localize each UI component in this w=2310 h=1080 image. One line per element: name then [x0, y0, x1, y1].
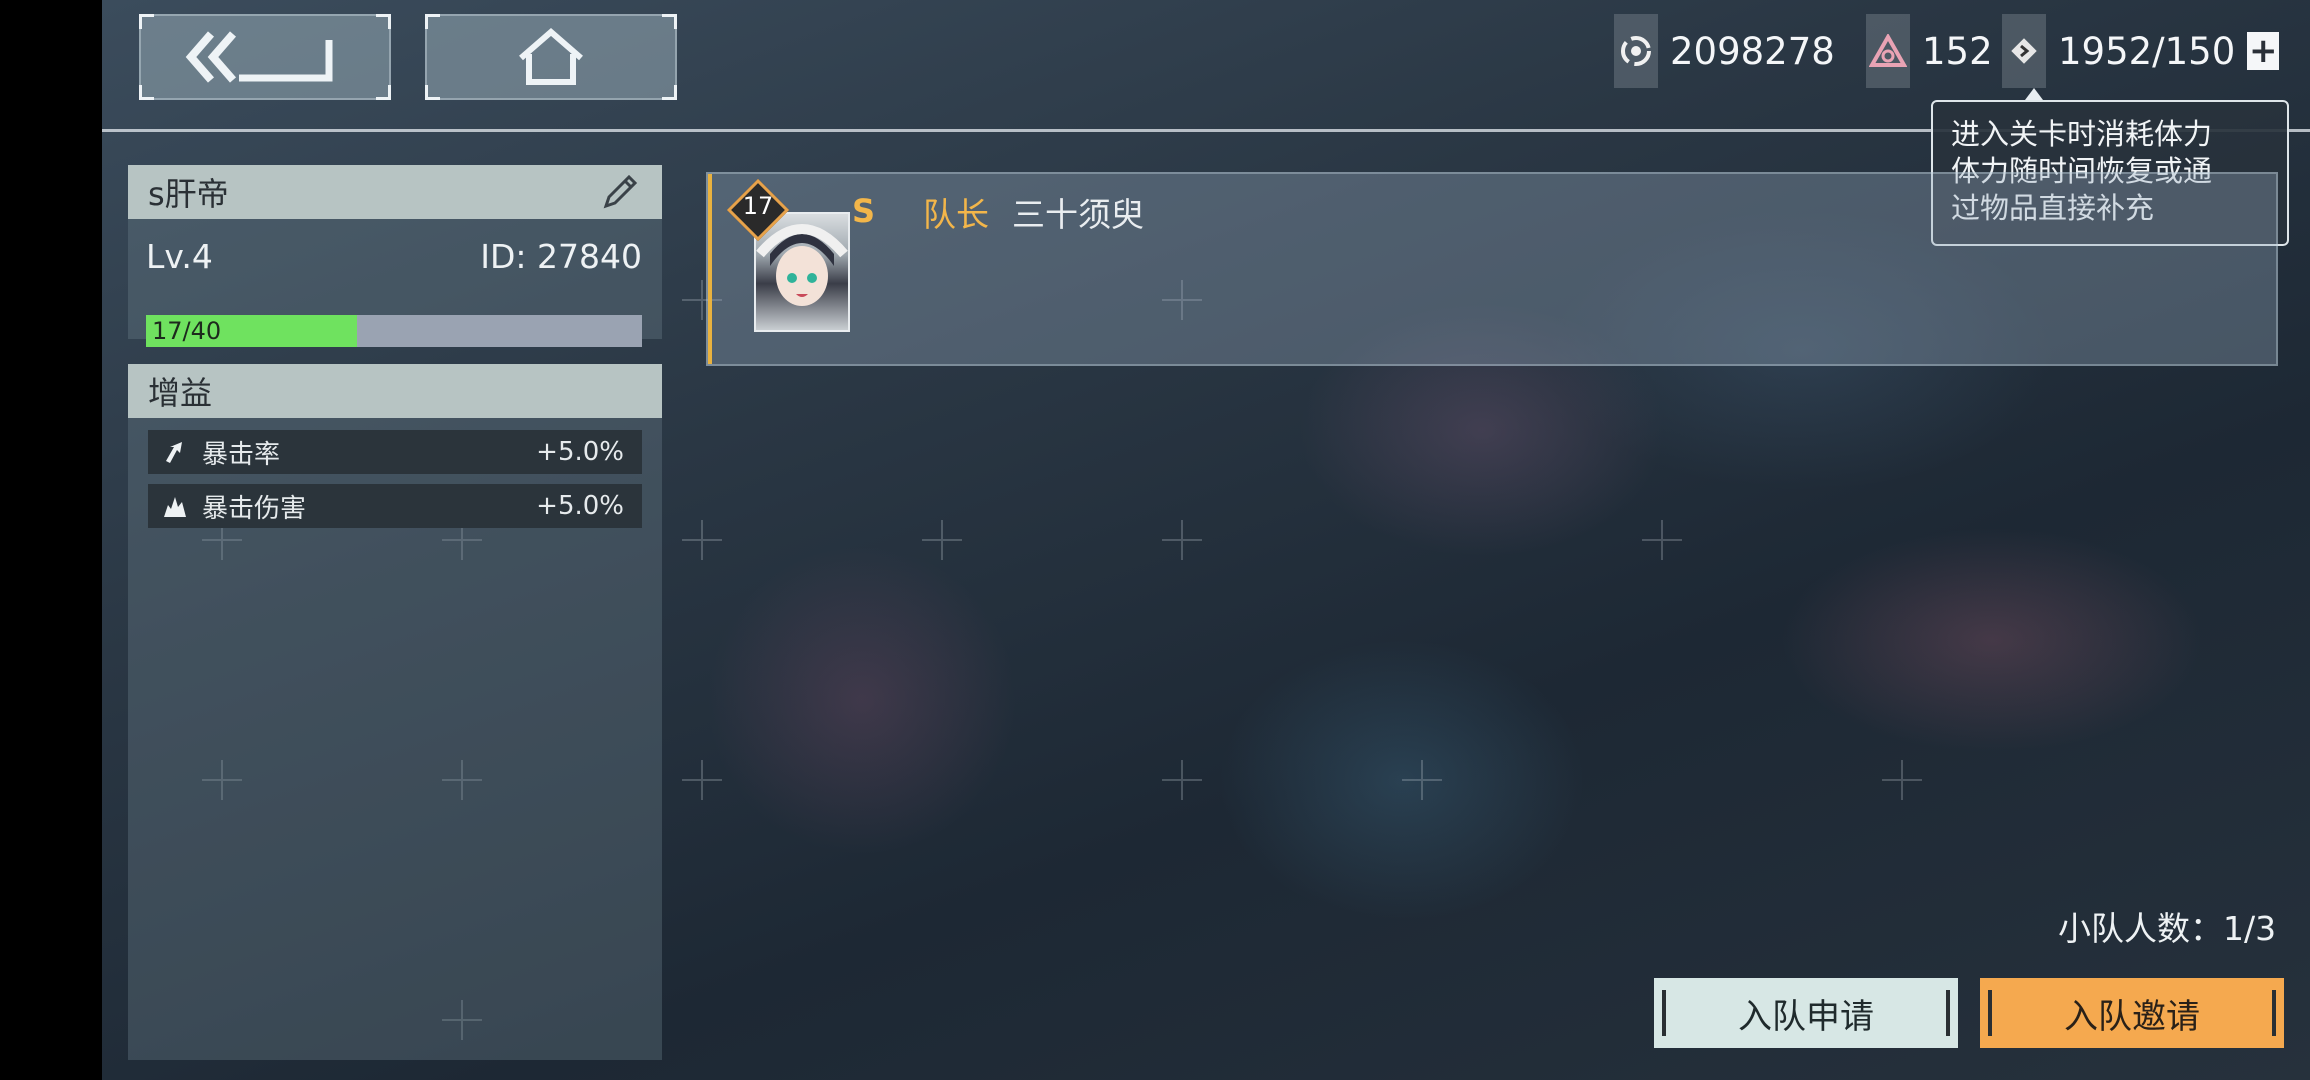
buffs-panel: 增益 暴击率 +5.0% 暴击伤害 +5.0% [128, 364, 662, 1060]
stamina-icon [2002, 14, 2046, 88]
grid-mark [922, 520, 962, 560]
buff-crit-rate: 暴击率 +5.0% [148, 430, 642, 474]
buff-value: +5.0% [536, 491, 624, 521]
buff-value: +5.0% [536, 437, 624, 467]
buff-label: 暴击伤害 [202, 493, 307, 524]
buffs-title: 增益 [148, 374, 213, 412]
team-count: 小队人数：1/3 [2058, 909, 2277, 948]
profile-panel: s肝帝 Lv.4 ID: 27840 17/40 [128, 165, 662, 347]
back-button[interactable] [139, 14, 391, 100]
team-invite-button[interactable]: 入队邀请 [1980, 978, 2284, 1048]
join-request-button[interactable]: 入队申请 [1654, 978, 1958, 1048]
home-icon [519, 28, 583, 85]
member-rank: S [852, 192, 876, 230]
grid-mark [1882, 760, 1922, 800]
player-level: Lv.4 [146, 237, 213, 276]
grid-mark [1642, 520, 1682, 560]
member-level: 17 [742, 192, 774, 220]
coin-counter: 2098278 [1614, 14, 1835, 88]
xp-text: 17/40 [152, 317, 222, 345]
xp-bar: 17/40 [146, 315, 642, 347]
member-name: 三十须臾 [1012, 195, 1144, 234]
team-member-card[interactable]: 17 S 队长 三十须臾 [706, 172, 2278, 366]
buff-crit-damage: 暴击伤害 +5.0% [148, 484, 642, 528]
crit-rate-icon [166, 442, 182, 463]
crit-damage-icon [164, 497, 186, 517]
player-name: s肝帝 [148, 175, 229, 213]
add-stamina-button[interactable]: + [2247, 31, 2280, 71]
profile-header: s肝帝 [128, 165, 662, 219]
grid-mark [682, 760, 722, 800]
grid-mark [1162, 760, 1202, 800]
grid-mark [1402, 760, 1442, 800]
crystal-counter: 152 [1866, 14, 1993, 88]
member-role: 队长 [923, 195, 989, 234]
crystal-icon [1866, 14, 1910, 88]
buff-label: 暴击率 [202, 439, 281, 470]
coin-value: 2098278 [1670, 29, 1835, 73]
double-chevron-back-icon [185, 31, 333, 83]
coin-icon [1614, 14, 1658, 88]
team-invite-label: 入队邀请 [2064, 996, 2200, 1037]
grid-mark [1162, 520, 1202, 560]
stamina-counter[interactable]: 1952/150 + [2002, 14, 2280, 88]
leader-accent [708, 174, 712, 364]
crystal-value: 152 [1922, 29, 1993, 73]
home-button[interactable] [425, 14, 677, 100]
grid-mark [682, 520, 722, 560]
join-request-label: 入队申请 [1738, 996, 1874, 1037]
stamina-value: 1952/150 [2058, 29, 2236, 73]
buffs-header: 增益 [128, 364, 662, 418]
player-id: ID: 27840 [480, 237, 642, 276]
edit-name-icon[interactable] [598, 170, 642, 214]
tooltip-line: 进入关卡时消耗体力 [1951, 117, 2213, 151]
